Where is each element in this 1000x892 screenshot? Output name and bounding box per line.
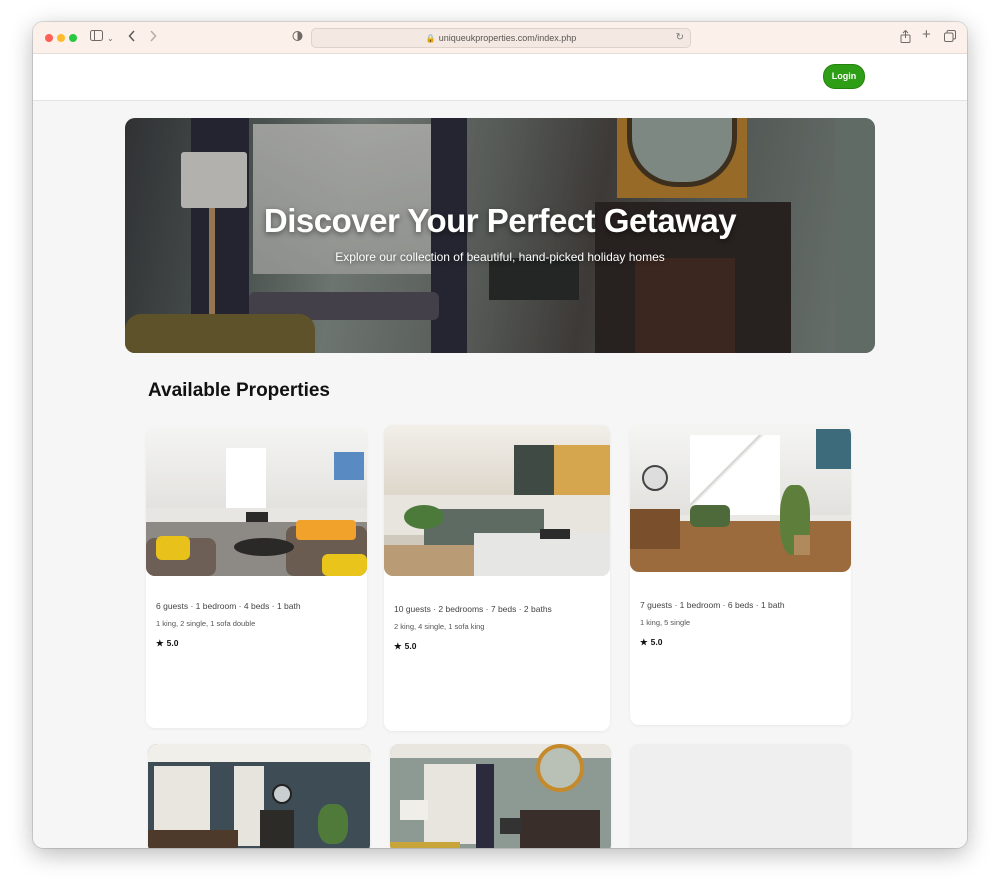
site-header: Login	[33, 54, 967, 101]
property-rating: ★ 5.0	[640, 637, 662, 648]
property-photo[interactable]	[630, 425, 851, 572]
share-icon[interactable]	[900, 29, 911, 46]
rating-value: 5.0	[404, 641, 417, 651]
star-icon: ★	[156, 638, 164, 648]
property-card[interactable]: 6 guests · 1 bedroom · 4 beds · 1 bath 1…	[146, 428, 367, 728]
property-rating: ★ 5.0	[394, 641, 416, 652]
property-card[interactable]: 7 guests · 1 bedroom · 6 beds · 1 bath 1…	[630, 425, 851, 725]
hero-subtitle: Explore our collection of beautiful, han…	[335, 250, 665, 264]
section-title: Available Properties	[148, 380, 330, 401]
property-summary: 6 guests · 1 bedroom · 4 beds · 1 bath	[156, 601, 301, 611]
reload-icon[interactable]: ↻	[676, 29, 684, 47]
forward-icon[interactable]	[149, 30, 157, 45]
property-beds: 1 king, 2 single, 1 sofa double	[156, 619, 256, 628]
browser-window: ⌄ 🔒 uniqueukproperties.com/index.php ↻ + …	[33, 22, 967, 848]
property-photo[interactable]	[146, 428, 367, 576]
new-tab-icon[interactable]: +	[922, 27, 931, 42]
back-icon[interactable]	[128, 30, 136, 45]
property-beds: 2 king, 4 single, 1 sofa king	[394, 622, 485, 631]
chevron-down-icon[interactable]: ⌄	[107, 32, 114, 46]
property-photo[interactable]	[384, 425, 610, 576]
property-summary: 10 guests · 2 bedrooms · 7 beds · 2 bath…	[394, 604, 552, 614]
property-rating: ★ 5.0	[156, 638, 178, 649]
rating-value: 5.0	[650, 637, 663, 647]
shield-icon[interactable]	[292, 30, 303, 45]
login-button[interactable]: Login	[823, 64, 865, 89]
hero-title: Discover Your Perfect Getaway	[263, 202, 737, 239]
property-card[interactable]: 10 guests · 2 bedrooms · 7 beds · 2 bath…	[384, 425, 610, 731]
star-icon: ★	[394, 641, 402, 651]
minimize-window-button[interactable]	[57, 34, 65, 42]
address-bar[interactable]: 🔒 uniqueukproperties.com/index.php ↻	[311, 28, 691, 48]
tabs-icon[interactable]	[944, 30, 956, 45]
property-photo[interactable]	[390, 744, 611, 848]
property-card[interactable]	[148, 744, 370, 848]
url-text: uniqueukproperties.com/index.php	[438, 33, 577, 43]
property-card[interactable]	[390, 744, 611, 848]
property-summary: 7 guests · 1 bedroom · 6 beds · 1 bath	[640, 600, 785, 610]
star-icon: ★	[640, 637, 648, 647]
sidebar-icon[interactable]	[90, 30, 103, 44]
browser-toolbar: ⌄ 🔒 uniqueukproperties.com/index.php ↻ +	[33, 22, 967, 54]
property-card-placeholder	[630, 744, 851, 848]
rating-value: 5.0	[166, 638, 179, 648]
close-window-button[interactable]	[45, 34, 53, 42]
property-beds: 1 king, 5 single	[640, 618, 691, 627]
property-photo[interactable]	[148, 744, 370, 848]
zoom-window-button[interactable]	[69, 34, 77, 42]
lock-icon: 🔒	[425, 34, 436, 43]
hero-banner: Discover Your Perfect Getaway Explore ou…	[125, 118, 875, 353]
